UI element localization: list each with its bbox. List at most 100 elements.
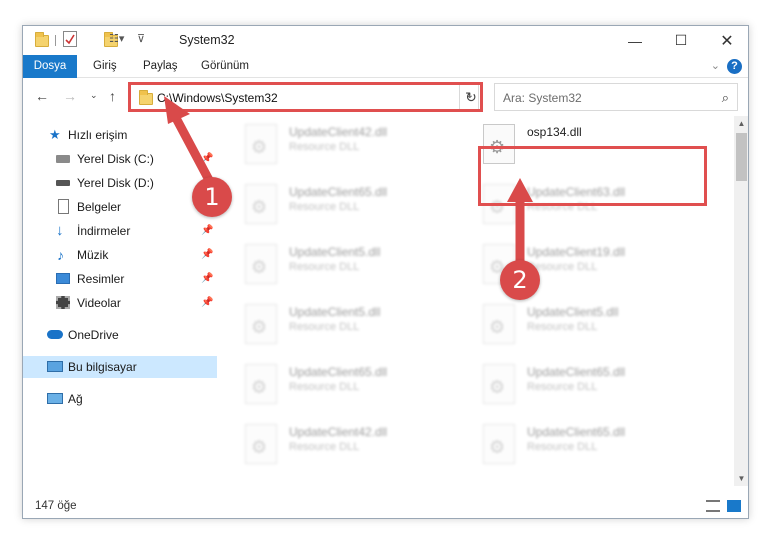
file-name: UpdateClient42.dll (289, 425, 388, 439)
file-type: Resource DLL (289, 441, 360, 453)
step-2-badge: 2 (500, 260, 540, 300)
nav-label: Videolar (77, 296, 121, 310)
explorer-window: ☷▾ ⊽ System32 — ☐ ✕ Dosya Giriş Paylaş G… (22, 25, 749, 519)
drive-icon (56, 155, 70, 163)
maximize-button[interactable]: ☐ (658, 26, 704, 55)
up-button[interactable]: ↑ (109, 88, 116, 104)
dll-file-icon (483, 364, 515, 404)
ribbon-tabs: Dosya Giriş Paylaş Görünüm ⌄ ? (23, 55, 748, 111)
pin-icon[interactable]: 📌 (201, 268, 213, 290)
pin-icon[interactable]: 📌 (201, 292, 213, 314)
music-icon: ♪ (57, 247, 64, 263)
dll-file-icon (245, 364, 277, 404)
scroll-down-icon[interactable]: ▼ (734, 471, 748, 486)
folder-icon (35, 32, 49, 47)
refresh-button[interactable]: ↻ (459, 83, 483, 111)
pin-icon[interactable]: 📌 (201, 244, 213, 266)
computer-icon (47, 361, 63, 372)
list-item[interactable]: UpdateClient5.dll Resource DLL (217, 236, 447, 292)
expand-ribbon-icon[interactable]: ⌄ (711, 59, 720, 72)
file-name: osp134.dll (527, 125, 582, 139)
help-icon[interactable]: ? (727, 59, 742, 74)
nav-label: Müzik (77, 248, 109, 262)
dll-file-icon (245, 424, 277, 464)
file-name: UpdateClient19.dll (527, 245, 626, 259)
list-item[interactable]: osp134.dll (455, 116, 685, 172)
nav-this-pc[interactable]: Bu bilgisayar (23, 356, 217, 378)
nav-network[interactable]: Ağ (23, 388, 217, 410)
nav-label: Bu bilgisayar (68, 360, 137, 374)
nav-onedrive[interactable]: OneDrive (23, 324, 217, 346)
dll-file-icon (483, 184, 515, 224)
file-type: Resource DLL (527, 201, 598, 213)
search-input[interactable]: Ara: System32 ⌕ (494, 83, 738, 111)
file-type: Resource DLL (527, 321, 598, 333)
address-bar[interactable]: C:\Windows\System32 ⌄ (130, 83, 479, 111)
dll-file-icon (483, 124, 515, 164)
dll-file-icon (483, 304, 515, 344)
file-type: Resource DLL (527, 381, 598, 393)
dll-file-icon (245, 184, 277, 224)
list-item[interactable]: UpdateClient65.dll Resource DLL (217, 356, 447, 412)
file-name: UpdateClient65.dll (527, 425, 626, 439)
file-list: UpdateClient42.dll Resource DLL osp134.d… (217, 116, 734, 486)
list-item[interactable]: UpdateClient42.dll Resource DLL (217, 416, 447, 472)
file-name: UpdateClient42.dll (289, 125, 388, 139)
chevron-down-icon[interactable]: ⊽ (137, 32, 145, 48)
list-item[interactable]: UpdateClient65.dll Resource DLL (455, 416, 685, 472)
list-item[interactable]: UpdateClient63.dll Resource DLL (455, 176, 685, 232)
address-path: C:\Windows\System32 (157, 91, 278, 105)
file-name: UpdateClient65.dll (289, 365, 388, 379)
list-item[interactable]: UpdateClient65.dll Resource DLL (217, 176, 447, 232)
nav-item-drive-c[interactable]: Yerel Disk (C:) 📌 (23, 148, 217, 170)
tab-view[interactable]: Görünüm (201, 55, 249, 78)
file-type: Resource DLL (289, 261, 360, 273)
file-name: UpdateClient5.dll (289, 305, 381, 319)
nav-item-music[interactable]: ♪ Müzik 📌 (23, 244, 217, 266)
back-button[interactable]: ← (35, 88, 49, 104)
nav-quick-access[interactable]: ★ Hızlı erişim (23, 124, 217, 146)
star-icon: ★ (49, 127, 61, 142)
nav-item-documents[interactable]: Belgeler 📌 (23, 196, 217, 218)
recent-locations-button[interactable]: ⌄ (90, 90, 98, 101)
forward-button[interactable]: → (63, 88, 77, 104)
customize-toolbar-icon[interactable]: ☷▾ (109, 32, 124, 48)
nav-item-pictures[interactable]: Resimler 📌 (23, 268, 217, 290)
status-bar: 147 öğe (23, 496, 748, 518)
drive-icon (56, 180, 70, 186)
item-count: 147 öğe (35, 500, 77, 512)
nav-label: Hızlı erişim (68, 128, 128, 142)
list-item[interactable]: UpdateClient5.dll Resource DLL (455, 296, 685, 352)
pin-icon[interactable]: 📌 (201, 220, 213, 242)
list-item[interactable]: UpdateClient65.dll Resource DLL (455, 356, 685, 412)
list-item[interactable]: UpdateClient19.dll Resource DLL (455, 236, 685, 292)
tab-home[interactable]: Giriş (93, 55, 117, 78)
file-type: Resource DLL (289, 381, 360, 393)
file-name: UpdateClient65.dll (527, 365, 626, 379)
minimize-button[interactable]: — (612, 26, 658, 55)
details-view-icon[interactable] (706, 500, 720, 512)
pin-icon[interactable]: 📌 (201, 148, 213, 170)
nav-label: Yerel Disk (C:) (77, 152, 154, 166)
nav-item-videos[interactable]: Videolar 📌 (23, 292, 217, 314)
large-icons-view-icon[interactable] (727, 500, 741, 512)
vertical-scrollbar[interactable]: ▲ ▼ (734, 116, 748, 486)
properties-icon[interactable] (63, 31, 77, 47)
list-item[interactable]: UpdateClient5.dll Resource DLL (217, 296, 447, 352)
scroll-thumb[interactable] (736, 133, 747, 181)
dll-file-icon (483, 424, 515, 464)
scroll-up-icon[interactable]: ▲ (734, 116, 748, 131)
dll-file-icon (245, 244, 277, 284)
close-button[interactable]: ✕ (704, 26, 748, 55)
nav-item-drive-d[interactable]: Yerel Disk (D:) (23, 172, 217, 194)
list-item[interactable]: UpdateClient42.dll Resource DLL (217, 116, 447, 172)
nav-label: Ağ (68, 392, 83, 406)
nav-label: İndirmeler (77, 224, 131, 238)
file-name: UpdateClient5.dll (527, 305, 619, 319)
documents-icon (58, 199, 69, 214)
cloud-icon (47, 330, 63, 339)
window-title: System32 (179, 33, 235, 47)
nav-item-downloads[interactable]: ↓ İndirmeler 📌 (23, 220, 217, 242)
tab-share[interactable]: Paylaş (143, 55, 178, 78)
search-placeholder: Ara: System32 (503, 91, 582, 105)
